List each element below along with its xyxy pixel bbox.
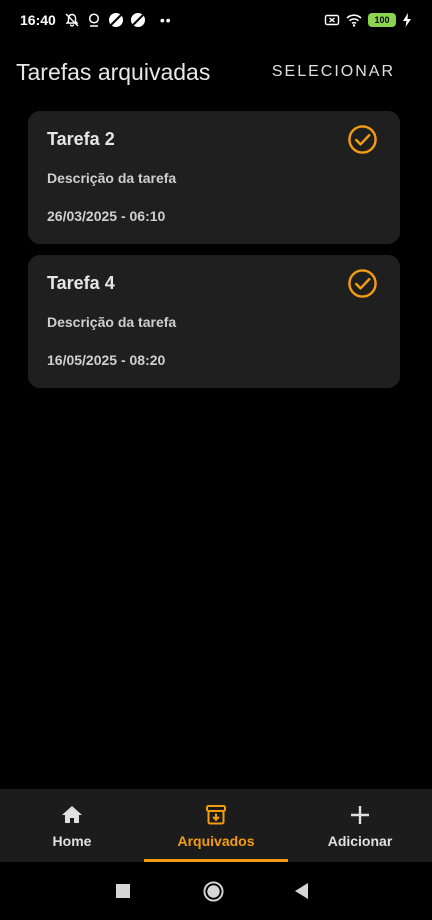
location-pin-icon <box>88 13 99 27</box>
task-description: Descrição da tarefa <box>47 170 177 186</box>
no-sim-icon <box>324 14 340 26</box>
archive-icon <box>206 805 226 825</box>
task-description: Descrição da tarefa <box>47 314 177 330</box>
data-saver-icon <box>130 13 145 27</box>
nav-label-home: Home <box>52 833 92 849</box>
task-title: Tarefa 2 <box>47 129 115 149</box>
bottom-navigation: Home Arquivados Adicionar <box>0 789 432 862</box>
more-notifications-dots: •• <box>159 12 172 28</box>
app-header: Tarefas arquivadas SELECIONAR <box>0 50 432 94</box>
archived-task-list: Tarefa 2 Descrição da tarefa 26/03/2025 … <box>28 111 400 399</box>
task-card[interactable]: Tarefa 2 Descrição da tarefa 26/03/2025 … <box>28 111 400 244</box>
notifications-off-icon <box>65 13 79 27</box>
plus-icon <box>351 806 369 824</box>
charging-icon <box>403 13 411 27</box>
recents-button[interactable] <box>116 884 130 898</box>
nav-item-add[interactable]: Adicionar <box>288 789 432 862</box>
back-button[interactable] <box>295 883 309 899</box>
nav-label-add: Adicionar <box>327 833 393 849</box>
page-title: Tarefas arquivadas <box>16 58 211 85</box>
task-card[interactable]: Tarefa 4 Descrição da tarefa 16/05/2025 … <box>28 255 400 388</box>
system-navigation-bar <box>0 862 432 920</box>
status-bar: 16:40 •• 100 <box>0 0 432 40</box>
nav-item-home[interactable]: Home <box>0 789 144 862</box>
status-time: 16:40 <box>20 12 56 28</box>
home-icon <box>62 806 82 823</box>
battery-indicator: 100 <box>368 13 396 27</box>
home-button[interactable] <box>203 881 224 902</box>
check-circle-icon[interactable] <box>347 124 378 155</box>
nav-item-archived[interactable]: Arquivados <box>144 789 288 862</box>
wifi-icon <box>346 14 362 27</box>
data-saver-icon <box>108 13 123 27</box>
check-circle-icon[interactable] <box>347 268 378 299</box>
select-button[interactable]: SELECIONAR <box>272 63 395 81</box>
task-title: Tarefa 4 <box>47 273 115 293</box>
task-datetime: 16/05/2025 - 08:20 <box>47 352 166 368</box>
nav-label-archived: Arquivados <box>177 833 255 849</box>
task-datetime: 26/03/2025 - 06:10 <box>47 208 166 224</box>
